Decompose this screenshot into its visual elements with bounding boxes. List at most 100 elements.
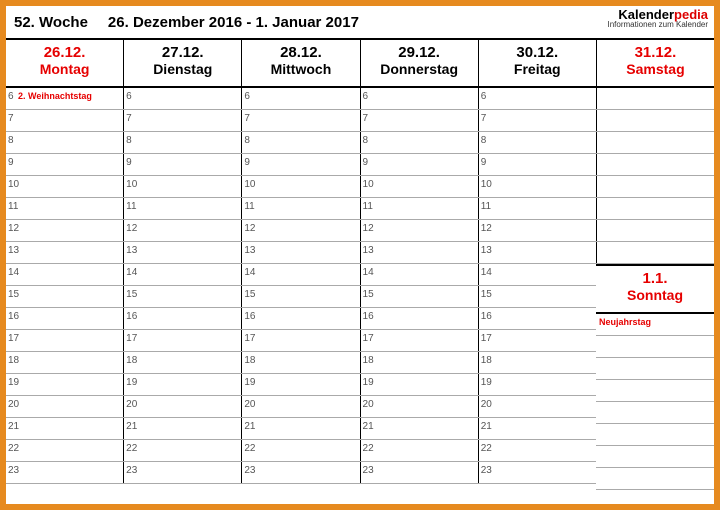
hour-cell: 13: [6, 242, 124, 263]
hour-label: 10: [8, 179, 19, 190]
day-date: 30.12.: [479, 44, 596, 61]
hour-label: 23: [481, 465, 492, 476]
hour-label: 19: [126, 377, 137, 388]
hour-cell: 18: [6, 352, 124, 373]
day-header: 30.12.Freitag: [479, 40, 597, 86]
hour-cell: 20: [361, 396, 479, 417]
hour-cell: 9: [479, 154, 597, 175]
hour-label: 8: [244, 135, 250, 146]
hour-cell: 18: [361, 352, 479, 373]
hour-label: 7: [363, 113, 369, 124]
hour-cell: 17: [361, 330, 479, 351]
hour-cell: 10: [361, 176, 479, 197]
hour-cell: 7: [361, 110, 479, 131]
hour-cell: 13: [479, 242, 597, 263]
hour-cell: 10: [479, 176, 597, 197]
day-name: Dienstag: [124, 61, 241, 77]
hour-cell: 9: [6, 154, 124, 175]
hour-cell: 8: [361, 132, 479, 153]
hour-cell: 22: [124, 440, 242, 461]
hour-cell: 8: [124, 132, 242, 153]
hour-label: 6: [244, 91, 250, 102]
day-name: Samstag: [597, 61, 714, 77]
hour-cell: 23: [6, 462, 124, 483]
date-range: 26. Dezember 2016 - 1. Januar 2017: [108, 14, 359, 31]
hour-label: 14: [363, 267, 374, 278]
sunday-row: [596, 446, 714, 468]
hour-cell: 21: [6, 418, 124, 439]
sunday-row: [596, 424, 714, 446]
hour-label: 19: [8, 377, 19, 388]
hour-label: 9: [244, 157, 250, 168]
hour-label: 12: [8, 223, 19, 234]
hour-label: 7: [244, 113, 250, 124]
day-header: 27.12.Dienstag: [124, 40, 242, 86]
hour-cell: 19: [361, 374, 479, 395]
header-bar: 52. Woche 26. Dezember 2016 - 1. Januar …: [6, 6, 714, 40]
hour-cell: 12: [124, 220, 242, 241]
hour-cell: 11: [479, 198, 597, 219]
hour-label: 12: [126, 223, 137, 234]
hour-cell: 14: [242, 264, 360, 285]
hour-label: 11: [244, 201, 254, 212]
hour-label: 10: [481, 179, 492, 190]
sunday-holiday-label: Neujahrstag: [596, 314, 714, 336]
hour-label: 11: [8, 201, 18, 212]
hour-cell: [597, 154, 714, 175]
hour-label: 17: [481, 333, 492, 344]
hour-cell: 23: [361, 462, 479, 483]
day-header: 31.12.Samstag: [597, 40, 714, 86]
hour-label: 13: [244, 245, 255, 256]
hour-cell: 7: [242, 110, 360, 131]
day-date: 29.12.: [361, 44, 478, 61]
hour-cell: 15: [6, 286, 124, 307]
hour-label: 20: [126, 399, 137, 410]
hour-label: 15: [481, 289, 492, 300]
hour-cell: [597, 198, 714, 219]
hour-label: 6: [481, 91, 487, 102]
hour-row: 1313131313: [6, 242, 714, 264]
day-name: Donnerstag: [361, 61, 478, 77]
hour-label: 19: [363, 377, 374, 388]
hour-cell: 7: [6, 110, 124, 131]
hour-label: 9: [126, 157, 132, 168]
sunday-date: 1.1.: [596, 270, 714, 287]
hour-label: 23: [244, 465, 255, 476]
hour-label: 22: [8, 443, 19, 454]
hour-label: 18: [126, 355, 137, 366]
hour-cell: 18: [242, 352, 360, 373]
day-name: Freitag: [479, 61, 596, 77]
hour-label: 19: [244, 377, 255, 388]
hour-cell: 17: [6, 330, 124, 351]
hour-cell: 20: [6, 396, 124, 417]
hour-cell: 17: [242, 330, 360, 351]
hour-cell: 20: [124, 396, 242, 417]
hour-label: 22: [126, 443, 137, 454]
hour-cell: 9: [361, 154, 479, 175]
hour-cell: [597, 110, 714, 131]
sunday-row: [596, 358, 714, 380]
hour-cell: 18: [124, 352, 242, 373]
hour-cell: 15: [361, 286, 479, 307]
hour-label: 8: [8, 135, 14, 146]
hour-label: 14: [244, 267, 255, 278]
hour-cell: 6: [242, 88, 360, 109]
hour-cell: [597, 220, 714, 241]
hour-cell: 14: [479, 264, 597, 285]
hour-row: 77777: [6, 110, 714, 132]
hour-label: 20: [244, 399, 255, 410]
hour-label: 20: [363, 399, 374, 410]
hour-cell: 20: [242, 396, 360, 417]
hour-cell: 15: [479, 286, 597, 307]
hour-label: 9: [363, 157, 369, 168]
hour-cell: 12: [242, 220, 360, 241]
hour-label: 23: [363, 465, 374, 476]
hour-cell: 13: [124, 242, 242, 263]
hour-label: 21: [363, 421, 374, 432]
hour-label: 9: [8, 157, 14, 168]
hour-cell: [597, 176, 714, 197]
hour-cell: 14: [124, 264, 242, 285]
hour-label: 16: [126, 311, 137, 322]
hour-cell: 22: [479, 440, 597, 461]
hour-cell: 23: [242, 462, 360, 483]
